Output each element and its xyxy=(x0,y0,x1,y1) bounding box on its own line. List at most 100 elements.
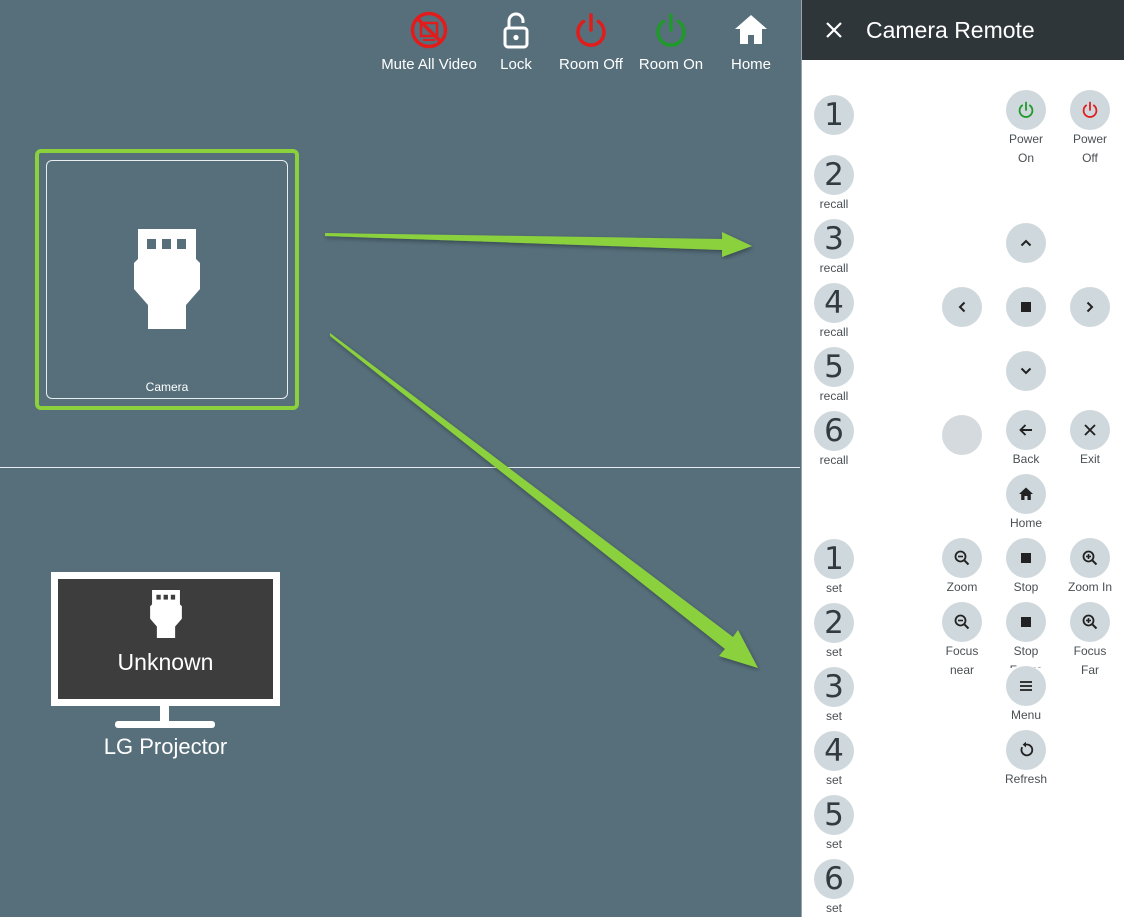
chevron-left-icon xyxy=(958,301,966,313)
power-on-icon xyxy=(1018,101,1034,118)
preset-number: 1 xyxy=(824,97,844,133)
preset-number: 3 xyxy=(824,221,844,257)
unlock-icon xyxy=(503,12,529,49)
video-mute-icon xyxy=(410,11,448,49)
pan-down-button[interactable] xyxy=(995,351,1057,391)
preset-number: 4 xyxy=(824,285,844,321)
preset-label: recall xyxy=(819,325,849,339)
room-on-button[interactable]: Room On xyxy=(638,0,704,90)
stop-focus-label: Stop Focus xyxy=(1010,644,1043,668)
preset-label: recall xyxy=(819,197,849,211)
zoom-out-label: Zoom Out xyxy=(946,580,978,592)
hdmi-plug-icon xyxy=(134,229,200,329)
stop-zoom-button[interactable]: Stop xyxy=(995,538,1057,597)
room-off-button[interactable]: Room Off xyxy=(544,0,638,90)
power-on-button[interactable]: Power On xyxy=(995,90,1057,168)
source-label: Camera xyxy=(145,380,189,394)
camera-home-button[interactable]: Home xyxy=(995,474,1057,533)
focus-near-button[interactable]: Focus near xyxy=(931,602,993,680)
chevron-down-icon xyxy=(1020,367,1032,375)
preset-recall-6[interactable]: 6 recall xyxy=(803,411,865,470)
pan-left-button[interactable] xyxy=(931,287,993,327)
home-button[interactable]: Home xyxy=(704,0,798,90)
preset-recall-3[interactable]: 3 recall xyxy=(803,219,865,278)
mute-all-video-button[interactable]: Mute All Video xyxy=(370,0,488,90)
preset-set-6[interactable]: 6 set xyxy=(803,859,865,917)
preset-set-2[interactable]: 2 set xyxy=(803,603,865,662)
room-off-label: Room Off xyxy=(559,56,623,73)
refresh-label: Refresh xyxy=(1004,772,1048,786)
preset-number: 5 xyxy=(824,797,844,833)
panel-title: Camera Remote xyxy=(866,16,1035,43)
home-label: Home xyxy=(1009,516,1042,530)
pan-right-button[interactable] xyxy=(1059,287,1121,327)
exit-button[interactable]: Exit xyxy=(1059,410,1121,469)
preset-label: recall xyxy=(819,453,849,467)
section-divider xyxy=(0,467,800,468)
refresh-button[interactable]: Refresh xyxy=(995,730,1057,789)
arrow-left-icon xyxy=(1019,424,1032,436)
stop-icon xyxy=(1021,553,1031,563)
zoom-out-button[interactable]: Zoom Out xyxy=(931,538,993,592)
focus-far-button[interactable]: Focus Far xyxy=(1059,602,1121,680)
preset-label: recall xyxy=(819,389,849,403)
power-off-icon xyxy=(1082,101,1098,118)
display-stand-neck xyxy=(160,706,169,722)
close-panel-button[interactable] xyxy=(820,16,848,44)
preset-recall-4[interactable]: 4 recall xyxy=(803,283,865,342)
preset-number: 2 xyxy=(824,157,844,193)
source-tile-camera[interactable]: Camera xyxy=(35,149,299,410)
zoom-in-button[interactable]: Zoom In xyxy=(1059,538,1121,597)
zoom-in-icon xyxy=(1082,614,1098,630)
power-on-label: Power On xyxy=(1008,132,1043,165)
home-icon xyxy=(1019,487,1033,500)
power-off-button[interactable]: Power Off xyxy=(1059,90,1121,168)
home-icon xyxy=(735,15,767,44)
menu-button[interactable]: Menu xyxy=(995,666,1057,725)
preset-recall-5[interactable]: 5 recall xyxy=(803,347,865,406)
stop-focus-button[interactable]: Stop Focus xyxy=(995,602,1057,668)
chevron-right-icon xyxy=(1086,301,1094,313)
refresh-icon xyxy=(1020,741,1034,757)
source-tile-inner: Camera xyxy=(46,160,288,399)
room-on-label: Room On xyxy=(638,56,704,73)
preset-set-3[interactable]: 3 set xyxy=(803,667,865,726)
pan-up-button[interactable] xyxy=(995,223,1057,263)
zoom-in-label: Zoom In xyxy=(1067,580,1112,594)
hdmi-plug-icon xyxy=(149,589,182,639)
mute-all-video-label: Mute All Video xyxy=(381,56,477,73)
room-toolbar: Mute All Video Lock Room Off Room On Hom… xyxy=(370,0,798,90)
home-label: Home xyxy=(730,56,771,73)
lock-button[interactable]: Lock xyxy=(488,0,544,90)
preset-label: set xyxy=(825,773,842,787)
preset-number: 5 xyxy=(824,349,844,385)
lock-label: Lock xyxy=(500,56,532,73)
preset-number: 2 xyxy=(824,605,844,641)
close-icon xyxy=(826,22,842,38)
back-label: Back xyxy=(1012,452,1040,466)
preset-label: set xyxy=(825,901,842,915)
display-lg-projector[interactable]: Unknown xyxy=(51,572,280,706)
preset-set-4[interactable]: 4 set xyxy=(803,731,865,790)
zoom-in-icon xyxy=(1082,550,1098,566)
preset-recall-2[interactable]: 2 recall xyxy=(803,155,865,214)
preset-set-5[interactable]: 5 set xyxy=(803,795,865,854)
blank-button[interactable] xyxy=(931,415,993,455)
preset-recall-1[interactable]: 1 xyxy=(803,95,865,135)
stop-zoom-label: Stop xyxy=(1013,580,1039,594)
pan-stop-button[interactable] xyxy=(995,287,1057,327)
preset-set-1[interactable]: 1 set xyxy=(803,539,865,598)
back-button[interactable]: Back xyxy=(995,410,1057,469)
panel-header: Camera Remote xyxy=(802,0,1124,60)
annotation-arrows xyxy=(325,232,758,668)
power-on-icon xyxy=(656,13,686,47)
close-icon xyxy=(1084,424,1096,436)
arrow-lower xyxy=(330,333,758,668)
display-name: LG Projector xyxy=(103,734,228,759)
chevron-up-icon xyxy=(1020,239,1032,247)
camera-remote-panel: Camera Remote 1 2 recall 3 recall 4 reca… xyxy=(801,0,1124,917)
focus-far-label: Focus Far xyxy=(1073,644,1107,677)
display-screen: Unknown xyxy=(58,579,273,699)
power-off-icon xyxy=(576,13,606,47)
preset-number: 1 xyxy=(824,541,844,577)
